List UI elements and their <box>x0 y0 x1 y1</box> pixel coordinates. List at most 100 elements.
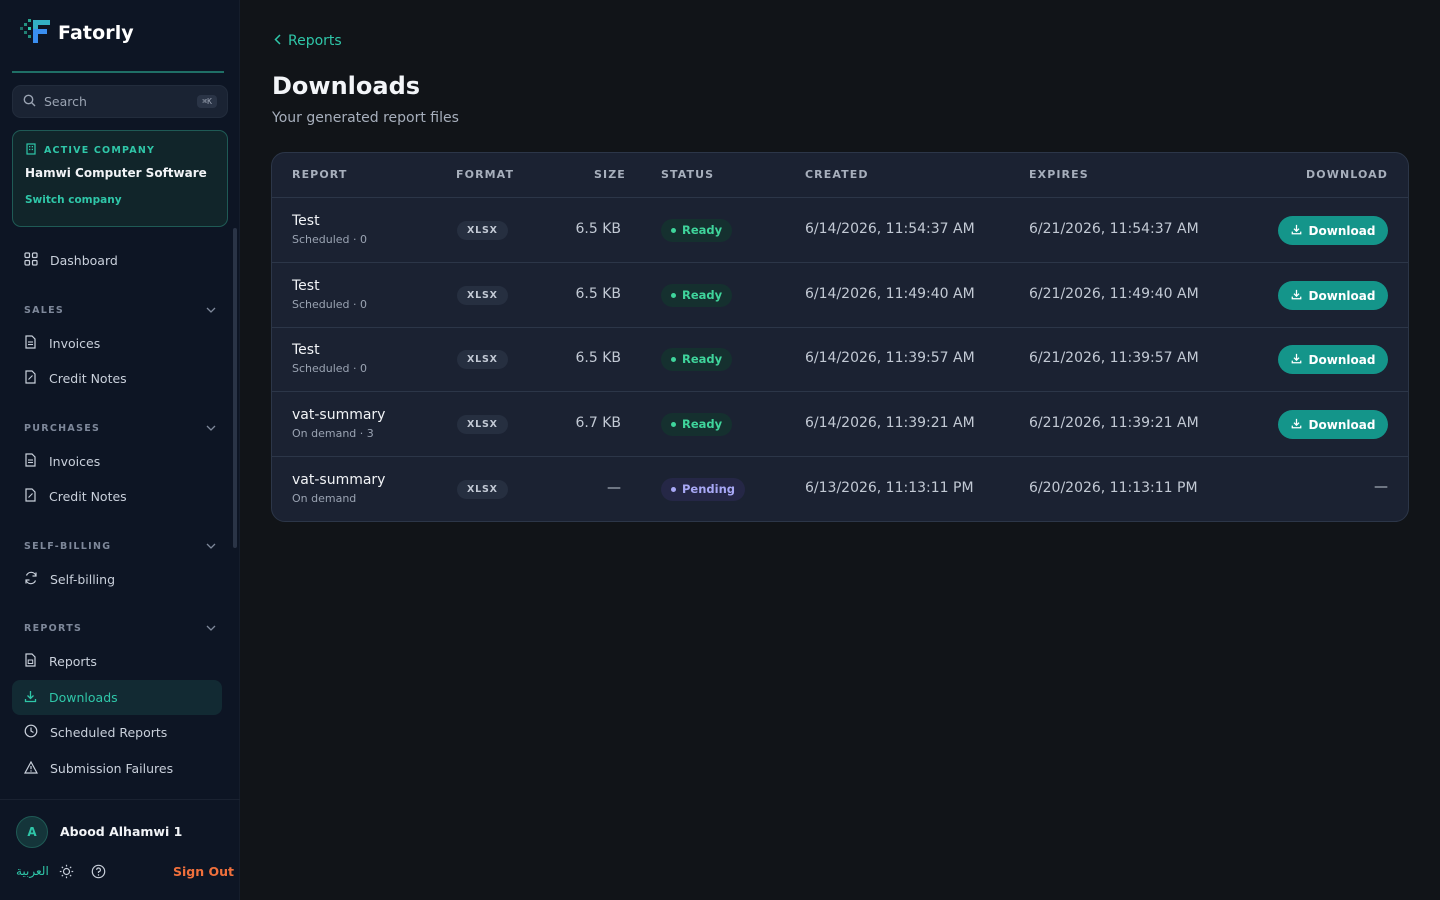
clock-icon <box>24 724 38 741</box>
created-at: 6/14/2026, 11:54:37 AM <box>805 221 975 237</box>
download-button[interactable]: Download <box>1278 410 1388 439</box>
search-placeholder: Search <box>44 94 87 109</box>
download-button[interactable]: Download <box>1278 281 1388 310</box>
sidebar-item-label: Invoices <box>49 336 101 351</box>
download-label: Download <box>1308 223 1376 238</box>
section-title: REPORTS <box>24 622 83 634</box>
created-at: 6/14/2026, 11:39:57 AM <box>805 350 975 366</box>
status-badge: Ready <box>661 284 733 307</box>
report-name: Test <box>292 342 320 358</box>
report-meta: On demand <box>292 492 357 505</box>
table-row: Test Scheduled · 0 XLSX 6.5 KB Ready 6/1… <box>272 327 1408 392</box>
expires-at: 6/20/2026, 11:13:11 PM <box>1029 480 1198 496</box>
sidebar-scrollbar[interactable] <box>233 228 237 548</box>
status-dot-icon <box>671 422 676 427</box>
brand-name: Fatorly <box>58 22 134 44</box>
download-label: Download <box>1308 352 1376 367</box>
switch-company-link[interactable]: Switch company <box>25 194 215 206</box>
sidebar-item-purchases-credit-notes[interactable]: Credit Notes <box>12 479 222 514</box>
credit-note-icon <box>24 488 37 505</box>
report-meta: Scheduled · 0 <box>292 362 368 375</box>
download-icon <box>1291 289 1302 303</box>
download-unavailable: — <box>1374 479 1388 495</box>
status-label: Ready <box>682 223 723 237</box>
avatar[interactable]: A <box>16 816 48 848</box>
report-name: vat-summary <box>292 407 386 423</box>
file-size: 6.5 KB <box>575 286 622 302</box>
sidebar-item-scheduled-reports[interactable]: Scheduled Reports <box>12 715 222 750</box>
user-name: Abood Alhamwi 1 <box>60 824 183 839</box>
status-dot-icon <box>671 357 676 362</box>
sidebar-item-purchases-invoices[interactable]: Invoices <box>12 444 222 479</box>
sidebar-item-label: Credit Notes <box>49 371 127 386</box>
sidebar-item-reports[interactable]: Reports <box>12 644 222 679</box>
building-icon <box>25 143 37 158</box>
download-button[interactable]: Download <box>1278 216 1388 245</box>
search-icon <box>23 92 36 111</box>
status-badge: Ready <box>661 348 733 371</box>
section-toggle-sales[interactable]: SALES <box>24 300 216 320</box>
company-name: Hamwi Computer Software <box>25 166 207 180</box>
language-toggle[interactable]: العربية <box>16 864 49 878</box>
status-label: Pending <box>682 482 736 496</box>
sidebar-item-label: Invoices <box>49 454 101 469</box>
column-header-format: FORMAT <box>456 168 515 181</box>
report-meta: Scheduled · 0 <box>292 298 368 311</box>
section-toggle-self-billing[interactable]: SELF-BILLING <box>24 536 216 556</box>
page-title: Downloads <box>272 72 421 100</box>
warning-icon <box>23 760 39 777</box>
download-label: Download <box>1308 288 1376 303</box>
dashboard-icon <box>24 252 38 269</box>
section-toggle-reports[interactable]: REPORTS <box>24 618 216 638</box>
brand[interactable]: Fatorly <box>18 17 134 49</box>
company-tag-label: ACTIVE COMPANY <box>44 145 156 156</box>
fatorly-logo-icon <box>18 17 52 49</box>
expires-at: 6/21/2026, 11:39:57 AM <box>1029 350 1199 366</box>
document-icon <box>24 335 37 352</box>
credit-note-icon <box>24 370 37 387</box>
sidebar-item-self-billing[interactable]: Self-billing <box>12 562 222 597</box>
status-badge: Ready <box>661 413 733 436</box>
report-name: vat-summary <box>292 472 386 488</box>
document-icon <box>24 453 37 470</box>
download-icon <box>1291 418 1302 432</box>
table-row: Test Scheduled · 0 XLSX 6.5 KB Ready 6/1… <box>272 198 1408 263</box>
refresh-icon <box>24 571 38 588</box>
sidebar-item-submission-failures[interactable]: Submission Failures <box>12 751 222 786</box>
expires-at: 6/21/2026, 11:49:40 AM <box>1029 286 1199 302</box>
created-at: 6/14/2026, 11:39:21 AM <box>805 415 975 431</box>
sign-out-button[interactable]: Sign Out <box>173 864 234 879</box>
sidebar-item-sales-invoices[interactable]: Invoices <box>12 326 222 361</box>
help-icon[interactable] <box>91 864 106 883</box>
column-header-report: REPORT <box>292 168 348 181</box>
column-header-status: STATUS <box>661 168 715 181</box>
chevron-down-icon <box>206 623 216 634</box>
sidebar-item-dashboard[interactable]: Dashboard <box>12 243 222 278</box>
sidebar-item-label: Submission Failures <box>50 761 174 776</box>
company-tag: ACTIVE COMPANY <box>25 143 215 158</box>
report-meta: On demand · 3 <box>292 427 374 440</box>
sidebar-item-downloads[interactable]: Downloads <box>12 680 222 715</box>
section-toggle-purchases[interactable]: PURCHASES <box>24 418 216 438</box>
column-header-download: DOWNLOAD <box>1306 168 1388 181</box>
user-panel: A Abood Alhamwi 1 العربية Sign Out <box>0 799 240 900</box>
created-at: 6/13/2026, 11:13:11 PM <box>805 480 974 496</box>
report-name: Test <box>292 213 320 229</box>
section-title: SELF-BILLING <box>24 540 112 552</box>
status-label: Ready <box>682 288 723 302</box>
status-badge: Ready <box>661 219 733 242</box>
search-input[interactable]: Search ⌘K <box>12 85 228 118</box>
section-title: PURCHASES <box>24 422 101 434</box>
format-badge: XLSX <box>457 480 508 499</box>
download-button[interactable]: Download <box>1278 345 1388 374</box>
back-to-reports-link[interactable]: Reports <box>274 33 342 49</box>
format-badge: XLSX <box>457 221 508 240</box>
table-header: REPORT FORMAT SIZE STATUS CREATED EXPIRE… <box>272 153 1408 198</box>
status-label: Ready <box>682 417 723 431</box>
sun-icon[interactable] <box>59 864 74 883</box>
sidebar-item-sales-credit-notes[interactable]: Credit Notes <box>12 361 222 396</box>
status-dot-icon <box>671 228 676 233</box>
chevron-down-icon <box>206 541 216 552</box>
sidebar-item-label: Reports <box>49 654 97 669</box>
search-shortcut: ⌘K <box>197 95 217 108</box>
